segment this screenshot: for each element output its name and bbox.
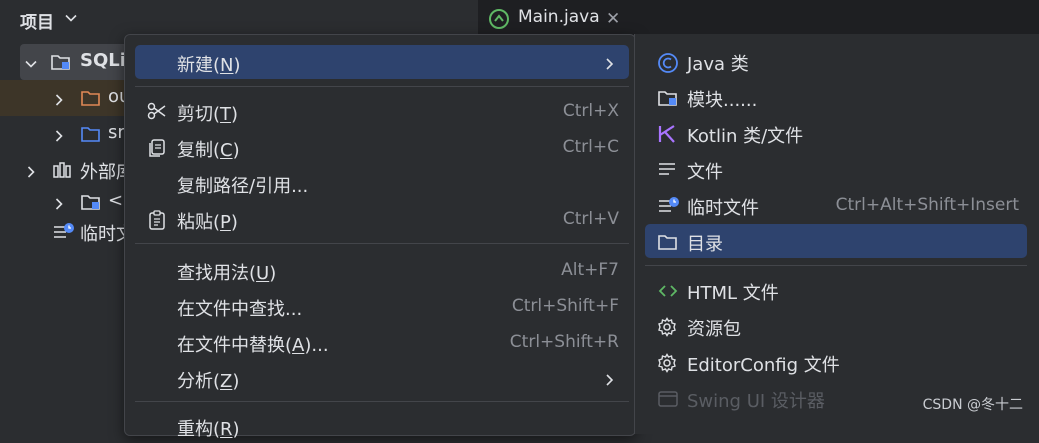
submenu-item-directory[interactable]: 目录: [645, 224, 1027, 258]
shortcut-label: Ctrl+V: [562, 209, 619, 229]
chevron-right-icon[interactable]: [52, 195, 66, 216]
menu-item-cut[interactable]: 剪切(T) Ctrl+X: [135, 94, 629, 128]
chevron-down-icon[interactable]: [64, 9, 78, 30]
menu-separator: [135, 401, 629, 402]
tree-node-external-libraries[interactable]: 外部库: [0, 152, 134, 188]
chevron-right-icon: [605, 371, 615, 392]
scratch-file-icon: [52, 222, 76, 247]
tree-node-label: SQLi: [80, 50, 126, 71]
tab-label: Main.java: [518, 7, 600, 27]
shortcut-label: Ctrl+X: [562, 101, 619, 121]
submenu-item-file[interactable]: 文件: [645, 152, 1027, 186]
submenu-item-module[interactable]: 模块......: [645, 80, 1027, 114]
kotlin-icon: [657, 124, 677, 149]
submenu-item-label: Swing UI 设计器: [687, 391, 825, 412]
watermark: CSDN @冬十二: [922, 397, 1023, 413]
menu-item-label: 剪切(T): [177, 104, 239, 125]
gear-icon: [657, 317, 677, 342]
chevron-right-icon[interactable]: [52, 91, 66, 112]
menu-item-label: 在文件中查找...: [177, 299, 303, 320]
scissors-icon: [147, 102, 167, 125]
project-toolbar: 项目 Main.java ✕: [0, 0, 1039, 38]
menu-separator: [135, 86, 629, 87]
module-icon: [657, 88, 679, 113]
menu-item-find-in-files[interactable]: 在文件中查找... Ctrl+Shift+F: [135, 289, 629, 323]
chevron-right-icon[interactable]: [24, 163, 38, 184]
gear-icon: [657, 353, 677, 378]
chevron-down-icon[interactable]: [24, 55, 38, 76]
menu-item-analyze[interactable]: 分析(Z): [135, 361, 629, 395]
tab-main-java[interactable]: Main.java ✕: [478, 0, 628, 38]
shortcut-label: Ctrl+Shift+R: [509, 332, 619, 352]
submenu-item-editorconfig[interactable]: EditorConfig 文件: [645, 345, 1027, 379]
html-icon: [657, 281, 679, 306]
tree-node-scratches[interactable]: 临时文: [0, 214, 134, 250]
submenu-item-label: 模块......: [687, 90, 758, 111]
scratch-file-icon: [657, 196, 681, 221]
menu-item-label: 重构(R): [177, 419, 240, 440]
submenu-item-kotlin[interactable]: Kotlin 类/文件: [645, 116, 1027, 150]
project-panel-title[interactable]: 项目: [20, 8, 54, 33]
new-submenu: Java 类 模块...... Kotlin 类/文件 文件 临时文件 Ctrl…: [634, 34, 1039, 434]
menu-item-copy-path[interactable]: 复制路径/引用...: [135, 166, 629, 200]
excluded-folder-icon: [80, 88, 102, 113]
submenu-item-label: 文件: [687, 162, 723, 183]
menu-item-new[interactable]: 新建(N): [135, 45, 629, 79]
editor-tab-strip: Main.java ✕: [478, 0, 1039, 38]
menu-item-replace-in-files[interactable]: 在文件中替换(A)... Ctrl+Shift+R: [135, 325, 629, 359]
tree-node-root[interactable]: SQLi: [20, 44, 130, 80]
tree-node-src[interactable]: sr: [0, 116, 130, 152]
submenu-item-label: HTML 文件: [687, 283, 779, 304]
menu-item-label: 复制(C): [177, 140, 240, 161]
shortcut-label: Alt+F7: [561, 260, 619, 280]
menu-separator: [645, 265, 1027, 266]
context-menu: 新建(N) 剪切(T) Ctrl+X 复制(C) Ctrl+C 复制路径/引用.…: [124, 34, 636, 440]
menu-item-label: 分析(Z): [177, 371, 240, 392]
menu-item-refactor[interactable]: 重构(R): [135, 409, 629, 443]
java-class-icon: [657, 52, 679, 79]
submenu-item-label: 资源包: [687, 319, 741, 340]
menu-item-find-usages[interactable]: 查找用法(U) Alt+F7: [135, 253, 629, 287]
clipboard-icon: [147, 210, 167, 235]
menu-item-label: 复制路径/引用...: [177, 176, 309, 197]
submenu-item-scratch-file[interactable]: 临时文件 Ctrl+Alt+Shift+Insert: [645, 188, 1027, 222]
chevron-right-icon[interactable]: [52, 127, 66, 148]
tree-node-label: sr: [108, 122, 125, 143]
submenu-item-label: EditorConfig 文件: [687, 355, 840, 376]
menu-separator: [135, 243, 629, 244]
menu-item-paste[interactable]: 粘贴(P) Ctrl+V: [135, 202, 629, 236]
close-icon[interactable]: ✕: [606, 9, 620, 29]
menu-item-label: 新建(N): [177, 55, 241, 76]
java-class-icon: [488, 8, 510, 35]
shortcut-label: Ctrl+Shift+F: [511, 296, 619, 316]
menu-item-copy[interactable]: 复制(C) Ctrl+C: [135, 130, 629, 164]
shortcut-label: Ctrl+C: [562, 137, 619, 157]
chevron-right-icon: [605, 55, 615, 76]
submenu-item-resource-bundle[interactable]: 资源包: [645, 309, 1027, 343]
module-folder-icon: [50, 52, 72, 77]
form-icon: [657, 389, 679, 414]
submenu-item-label: 临时文件: [687, 198, 759, 219]
submenu-item-html-file[interactable]: HTML 文件: [645, 273, 1027, 307]
tree-node-out[interactable]: ou: [0, 80, 130, 116]
menu-item-label: 粘贴(P): [177, 212, 238, 233]
menu-item-label: 在文件中替换(A)...: [177, 335, 329, 356]
copy-icon: [147, 138, 167, 163]
submenu-item-java-class[interactable]: Java 类: [645, 44, 1027, 78]
folder-icon: [657, 232, 679, 257]
library-icon: [52, 160, 74, 185]
tree-node-label: <: [108, 190, 124, 211]
submenu-item-label: 目录: [687, 234, 723, 255]
shortcut-label: Ctrl+Alt+Shift+Insert: [835, 195, 1019, 215]
submenu-item-label: Kotlin 类/文件: [687, 126, 804, 147]
submenu-item-label: Java 类: [687, 54, 749, 75]
text-file-icon: [657, 160, 677, 185]
menu-item-label: 查找用法(U): [177, 263, 277, 284]
source-folder-icon: [80, 124, 102, 149]
